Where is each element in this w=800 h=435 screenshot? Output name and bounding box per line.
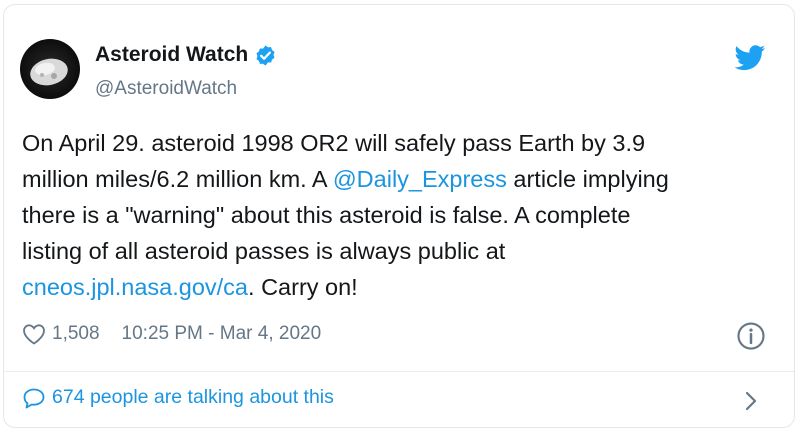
speech-bubble-icon [23,388,45,408]
tweet-text: On April 29. asteroid 1998 OR2 will safe… [22,125,782,305]
tweet-meta: 1,508 10:25 PM - Mar 4, 2020 [22,323,321,345]
tweet-line: there is a "warning" about this asteroid… [22,197,782,233]
like-count[interactable]: 1,508 [52,323,100,345]
talking-text: 674 people are talking about this [52,386,334,408]
talking-link[interactable]: 674 people are talking about this [22,386,334,409]
heart-icon[interactable] [22,323,46,345]
divider [4,371,794,372]
url-link[interactable]: cneos.jpl.nasa.gov/ca [22,274,248,300]
tweet-text-segment: listing of all asteroid passes is always… [22,238,506,264]
info-icon[interactable] [736,321,766,351]
avatar[interactable] [20,39,80,99]
tweet-text-segment: article implying [506,166,669,192]
tweet-line: cneos.jpl.nasa.gov/ca. Carry on! [22,269,782,305]
asteroid-avatar-icon [30,58,68,86]
tweet-text-segment: there is a "warning" about this asteroid… [22,202,631,228]
tweet-line: On April 29. asteroid 1998 OR2 will safe… [22,125,782,161]
tweet-line: listing of all asteroid passes is always… [22,233,782,269]
mention-link[interactable]: @Daily_Express [333,166,507,192]
handle[interactable]: @AsteroidWatch [95,78,237,100]
tweet-text-segment: million miles/6.2 million km. A [22,166,333,192]
tweet-text-segment: On April 29. asteroid 1998 OR2 will safe… [22,130,646,156]
verified-badge-icon [256,44,275,66]
display-name[interactable]: Asteroid Watch [95,43,248,67]
tweet-card[interactable]: Asteroid Watch @AsteroidWatch On April 2… [3,4,795,428]
tweet-text-segment: . Carry on! [248,274,358,300]
tweet-line: million miles/6.2 million km. A @Daily_E… [22,161,782,197]
chevron-right-icon[interactable] [742,388,760,414]
timestamp[interactable]: 10:25 PM - Mar 4, 2020 [122,323,322,345]
twitter-bird-icon[interactable] [734,45,766,71]
